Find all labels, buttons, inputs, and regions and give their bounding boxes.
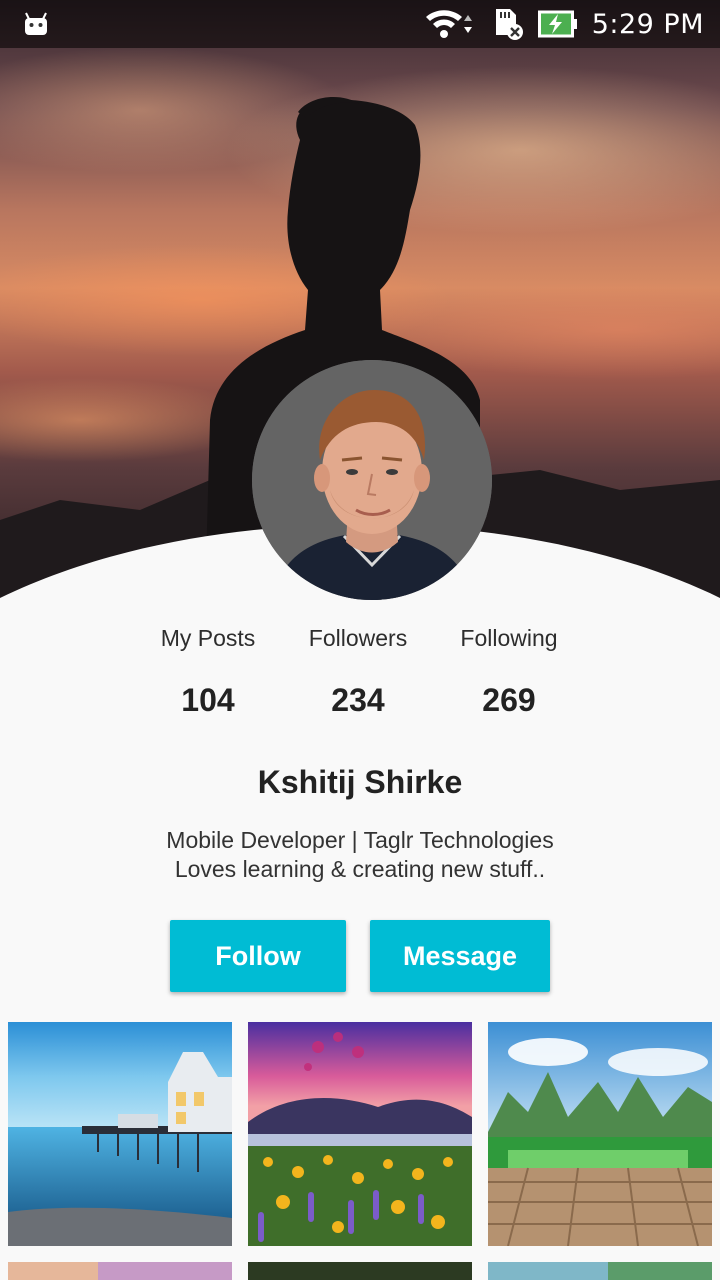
stat-following[interactable]: Following 269	[429, 622, 589, 720]
photo-tile-pier[interactable]	[8, 1022, 232, 1246]
photo-tile-row2-3[interactable]	[488, 1262, 712, 1280]
stat-posts[interactable]: My Posts 104	[128, 622, 288, 720]
photo-tile-row2-1[interactable]	[8, 1262, 232, 1280]
wifi-icon	[424, 7, 476, 41]
status-time: 5:29 PM	[591, 8, 704, 40]
stat-followers[interactable]: Followers 234	[278, 622, 438, 720]
stat-posts-label: My Posts	[160, 625, 256, 651]
stat-posts-value: 104	[181, 682, 235, 718]
message-button[interactable]: Message	[370, 920, 550, 992]
profile-avatar[interactable]	[252, 360, 492, 600]
stat-following-label: Following	[460, 625, 558, 651]
bio-line-1: Mobile Developer | Taglr Technologies	[166, 827, 554, 853]
bio-line-2: Loves learning & creating new stuff..	[174, 856, 546, 882]
stat-following-value: 269	[482, 682, 536, 718]
sd-card-icon	[490, 7, 524, 41]
photo-tile-flowers[interactable]	[248, 1022, 472, 1246]
status-bar: 5:29 PM	[0, 0, 720, 48]
profile-name: Kshitij Shirke	[257, 764, 463, 800]
stat-followers-label: Followers	[308, 625, 408, 651]
profile-bio: Mobile Developer | Taglr Technologies Lo…	[0, 826, 720, 884]
photo-tile-river[interactable]	[488, 1022, 712, 1246]
android-icon	[22, 10, 50, 38]
follow-button[interactable]: Follow	[170, 920, 346, 992]
photo-tile-row2-2[interactable]	[248, 1262, 472, 1280]
stat-followers-value: 234	[331, 682, 385, 718]
battery-charging-icon	[537, 10, 578, 38]
